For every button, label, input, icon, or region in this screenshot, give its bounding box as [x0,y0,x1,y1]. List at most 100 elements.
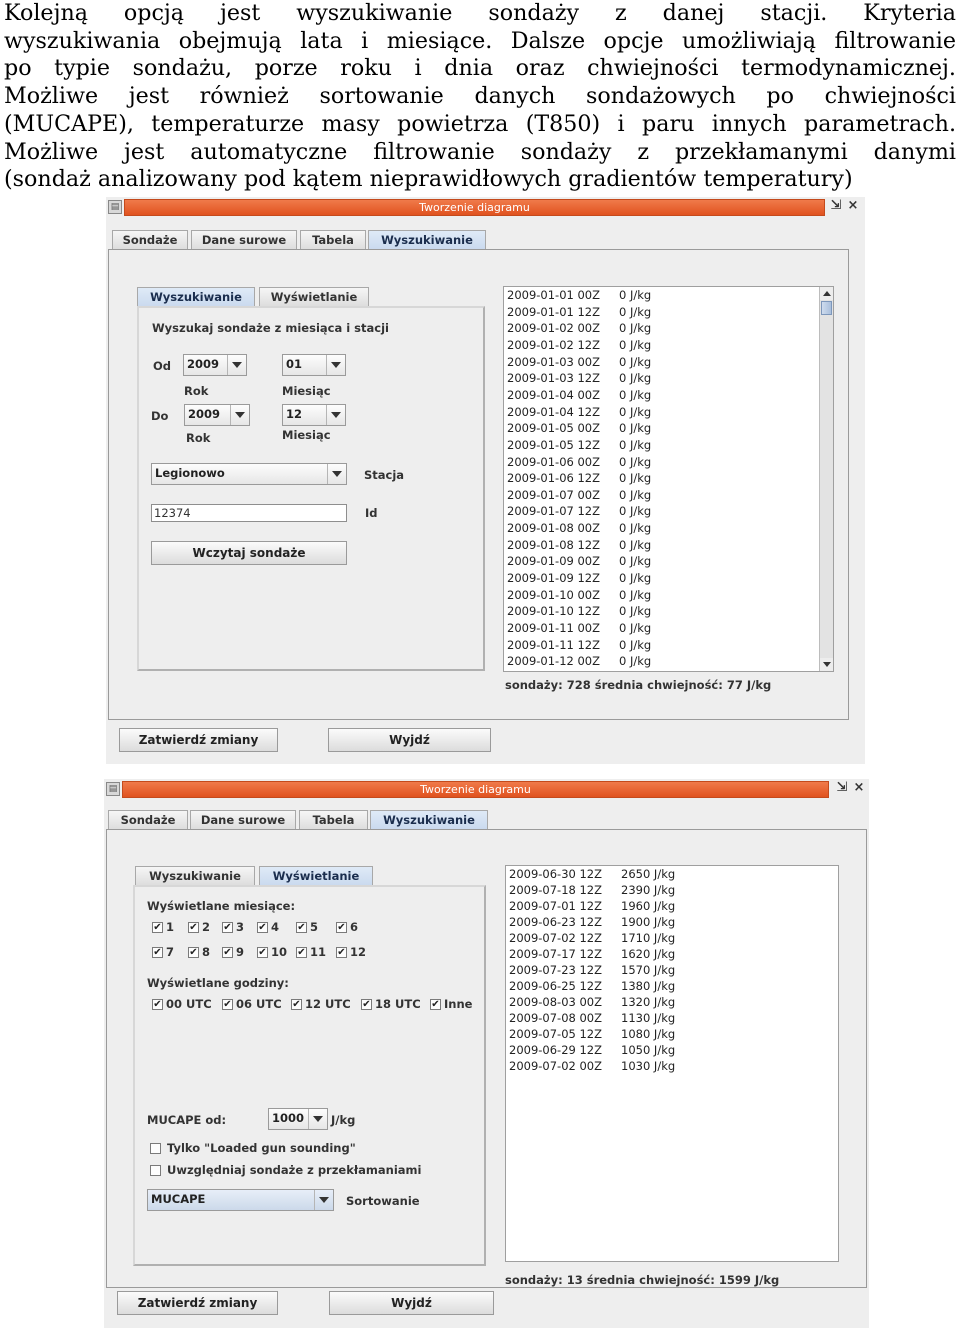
scroll-down-icon[interactable] [820,658,833,671]
hour-checkbox[interactable]: ✔ [222,999,233,1010]
subtab-wyswietlanie[interactable]: Wyświetlanie [259,287,369,307]
scroll-thumb[interactable] [821,301,832,315]
month-checkbox[interactable]: ✔ [188,947,199,958]
from-month-select[interactable]: 01 [282,354,346,376]
tab-dane-surowe[interactable]: Dane surowe [191,230,297,250]
chevron-down-icon [314,1190,333,1210]
tab-wyszukiwanie[interactable]: Wyszukiwanie [368,230,486,250]
results-list[interactable]: 2009-01-01 00Z 0 J/kg 2009-01-01 12Z 0 J/kg… [503,286,834,672]
exit-button[interactable]: Wyjdź [328,728,491,752]
results-list[interactable]: 2009-06-30 12Z 2650 J/kg 2009-07-18 12Z 239… [505,865,839,1262]
results-scrollbar[interactable] [819,287,833,671]
to-year-select[interactable]: 2009 [184,404,250,426]
list-item[interactable]: 2009-01-07 12Z 0 J/kg [507,504,651,518]
restore-icon[interactable]: ⇲ [834,780,850,796]
sounding-date: 2009-01-07 00Z [507,487,600,502]
month-checkbox[interactable]: ✔ [296,947,307,958]
station-select[interactable]: Legionowo [151,463,347,485]
list-item[interactable]: 2009-07-17 12Z 1620 J/kg [509,947,675,961]
list-item[interactable]: 2009-06-23 12Z 1900 J/kg [509,915,675,929]
exit-button[interactable]: Wyjdź [329,1291,494,1315]
list-item[interactable]: 2009-07-18 12Z 2390 J/kg [509,883,675,897]
list-item[interactable]: 2009-01-01 00Z 0 J/kg [507,288,651,302]
restore-icon[interactable]: ⇲ [828,198,844,214]
subtab-wyszukiwanie[interactable]: Wyszukiwanie [137,287,255,307]
sort-select[interactable]: MUCAPE [147,1189,334,1211]
list-item[interactable]: 2009-01-08 00Z 0 J/kg [507,521,651,535]
loaded-gun-checkbox[interactable] [150,1143,161,1154]
month-checkbox[interactable]: ✔ [296,922,307,933]
list-item[interactable]: 2009-01-02 00Z 0 J/kg [507,321,651,335]
include-errors-label: Uwzględniaj sondaże z przekłamaniami [167,1163,422,1177]
month-checkbox[interactable]: ✔ [222,947,233,958]
list-item[interactable]: 2009-01-02 12Z 0 J/kg [507,338,651,352]
month-checkbox[interactable]: ✔ [188,922,199,933]
month-checkbox[interactable]: ✔ [222,922,233,933]
intro-line: Kolejną opcją jest wyszukiwanie sondaży … [4,0,956,26]
list-item[interactable]: 2009-07-08 00Z 1130 J/kg [509,1011,675,1025]
list-item[interactable]: 2009-01-10 12Z 0 J/kg [507,604,651,618]
hour-checkbox[interactable]: ✔ [361,999,372,1010]
close-icon[interactable]: × [851,780,867,796]
list-item[interactable]: 2009-07-05 12Z 1080 J/kg [509,1027,675,1041]
list-item[interactable]: 2009-07-01 12Z 1960 J/kg [509,899,675,913]
tab-sondaze[interactable]: Sondaże [108,810,188,830]
list-item[interactable]: 2009-07-02 12Z 1710 J/kg [509,931,675,945]
tab-wyszukiwanie[interactable]: Wyszukiwanie [370,810,488,830]
from-year-select[interactable]: 2009 [183,354,247,376]
mucape-select[interactable]: 1000 [268,1108,328,1130]
month-checkbox[interactable]: ✔ [336,922,347,933]
instability-value: 0 J/kg [619,371,652,386]
list-item[interactable]: 2009-06-25 12Z 1380 J/kg [509,979,675,993]
hour-checkbox[interactable]: ✔ [152,999,163,1010]
list-item[interactable]: 2009-01-11 00Z 0 J/kg [507,621,651,635]
month-checkbox[interactable]: ✔ [152,922,163,933]
month-checkbox[interactable]: ✔ [152,947,163,958]
window-search: ▤ Tworzenie diagramu ⇲ × Sondaże Dane su… [106,197,865,764]
to-month-select[interactable]: 12 [282,404,346,426]
list-item[interactable]: 2009-01-04 12Z 0 J/kg [507,405,651,419]
list-item[interactable]: 2009-01-03 12Z 0 J/kg [507,371,651,385]
list-item[interactable]: 2009-01-08 12Z 0 J/kg [507,538,651,552]
list-item[interactable]: 2009-01-01 12Z 0 J/kg [507,305,651,319]
sounding-date: 2009-07-05 12Z [509,1027,602,1041]
list-item[interactable]: 2009-01-06 00Z 0 J/kg [507,455,651,469]
list-item[interactable]: 2009-01-05 12Z 0 J/kg [507,438,651,452]
list-item[interactable]: 2009-01-05 00Z 0 J/kg [507,421,651,435]
sounding-date: 2009-01-01 00Z [507,288,600,302]
subtab-wyszukiwanie[interactable]: Wyszukiwanie [135,866,255,886]
list-item[interactable]: 2009-01-10 00Z 0 J/kg [507,588,651,602]
list-item[interactable]: 2009-01-11 12Z 0 J/kg [507,638,651,652]
tab-tabela[interactable]: Tabela [299,810,368,830]
list-item[interactable]: 2009-01-09 00Z 0 J/kg [507,554,651,568]
confirm-button[interactable]: Zatwierdź zmiany [119,728,278,752]
month-checkbox[interactable]: ✔ [257,922,268,933]
close-icon[interactable]: × [845,198,861,214]
month-checkbox[interactable]: ✔ [257,947,268,958]
sounding-date: 2009-01-06 00Z [507,454,600,469]
confirm-button[interactable]: Zatwierdź zmiany [117,1291,278,1315]
include-errors-checkbox[interactable] [150,1165,161,1176]
title-bar: ▤ Tworzenie diagramu ⇲ × [106,197,865,217]
list-item[interactable]: 2009-06-30 12Z 2650 J/kg [509,867,675,881]
hour-checkbox[interactable]: ✔ [430,999,441,1010]
list-item[interactable]: 2009-01-09 12Z 0 J/kg [507,571,651,585]
list-item[interactable]: 2009-01-03 00Z 0 J/kg [507,355,651,369]
list-item[interactable]: 2009-01-12 00Z 0 J/kg [507,654,651,668]
tab-tabela[interactable]: Tabela [300,230,366,250]
station-id-field[interactable]: 12374 [151,504,347,522]
load-soundings-button[interactable]: Wczytaj sondaże [151,541,347,565]
list-item[interactable]: 2009-01-04 00Z 0 J/kg [507,388,651,402]
tab-dane-surowe[interactable]: Dane surowe [190,810,296,830]
month-checkbox[interactable]: ✔ [336,947,347,958]
list-item[interactable]: 2009-08-03 00Z 1320 J/kg [509,995,675,1009]
list-item[interactable]: 2009-07-02 00Z 1030 J/kg [509,1059,675,1073]
subtab-wyswietlanie[interactable]: Wyświetlanie [259,866,373,886]
list-item[interactable]: 2009-06-29 12Z 1050 J/kg [509,1043,675,1057]
scroll-up-icon[interactable] [820,287,833,300]
tab-sondaze[interactable]: Sondaże [112,230,188,250]
list-item[interactable]: 2009-01-07 00Z 0 J/kg [507,488,651,502]
list-item[interactable]: 2009-01-06 12Z 0 J/kg [507,471,651,485]
hour-checkbox[interactable]: ✔ [291,999,302,1010]
list-item[interactable]: 2009-07-23 12Z 1570 J/kg [509,963,675,977]
